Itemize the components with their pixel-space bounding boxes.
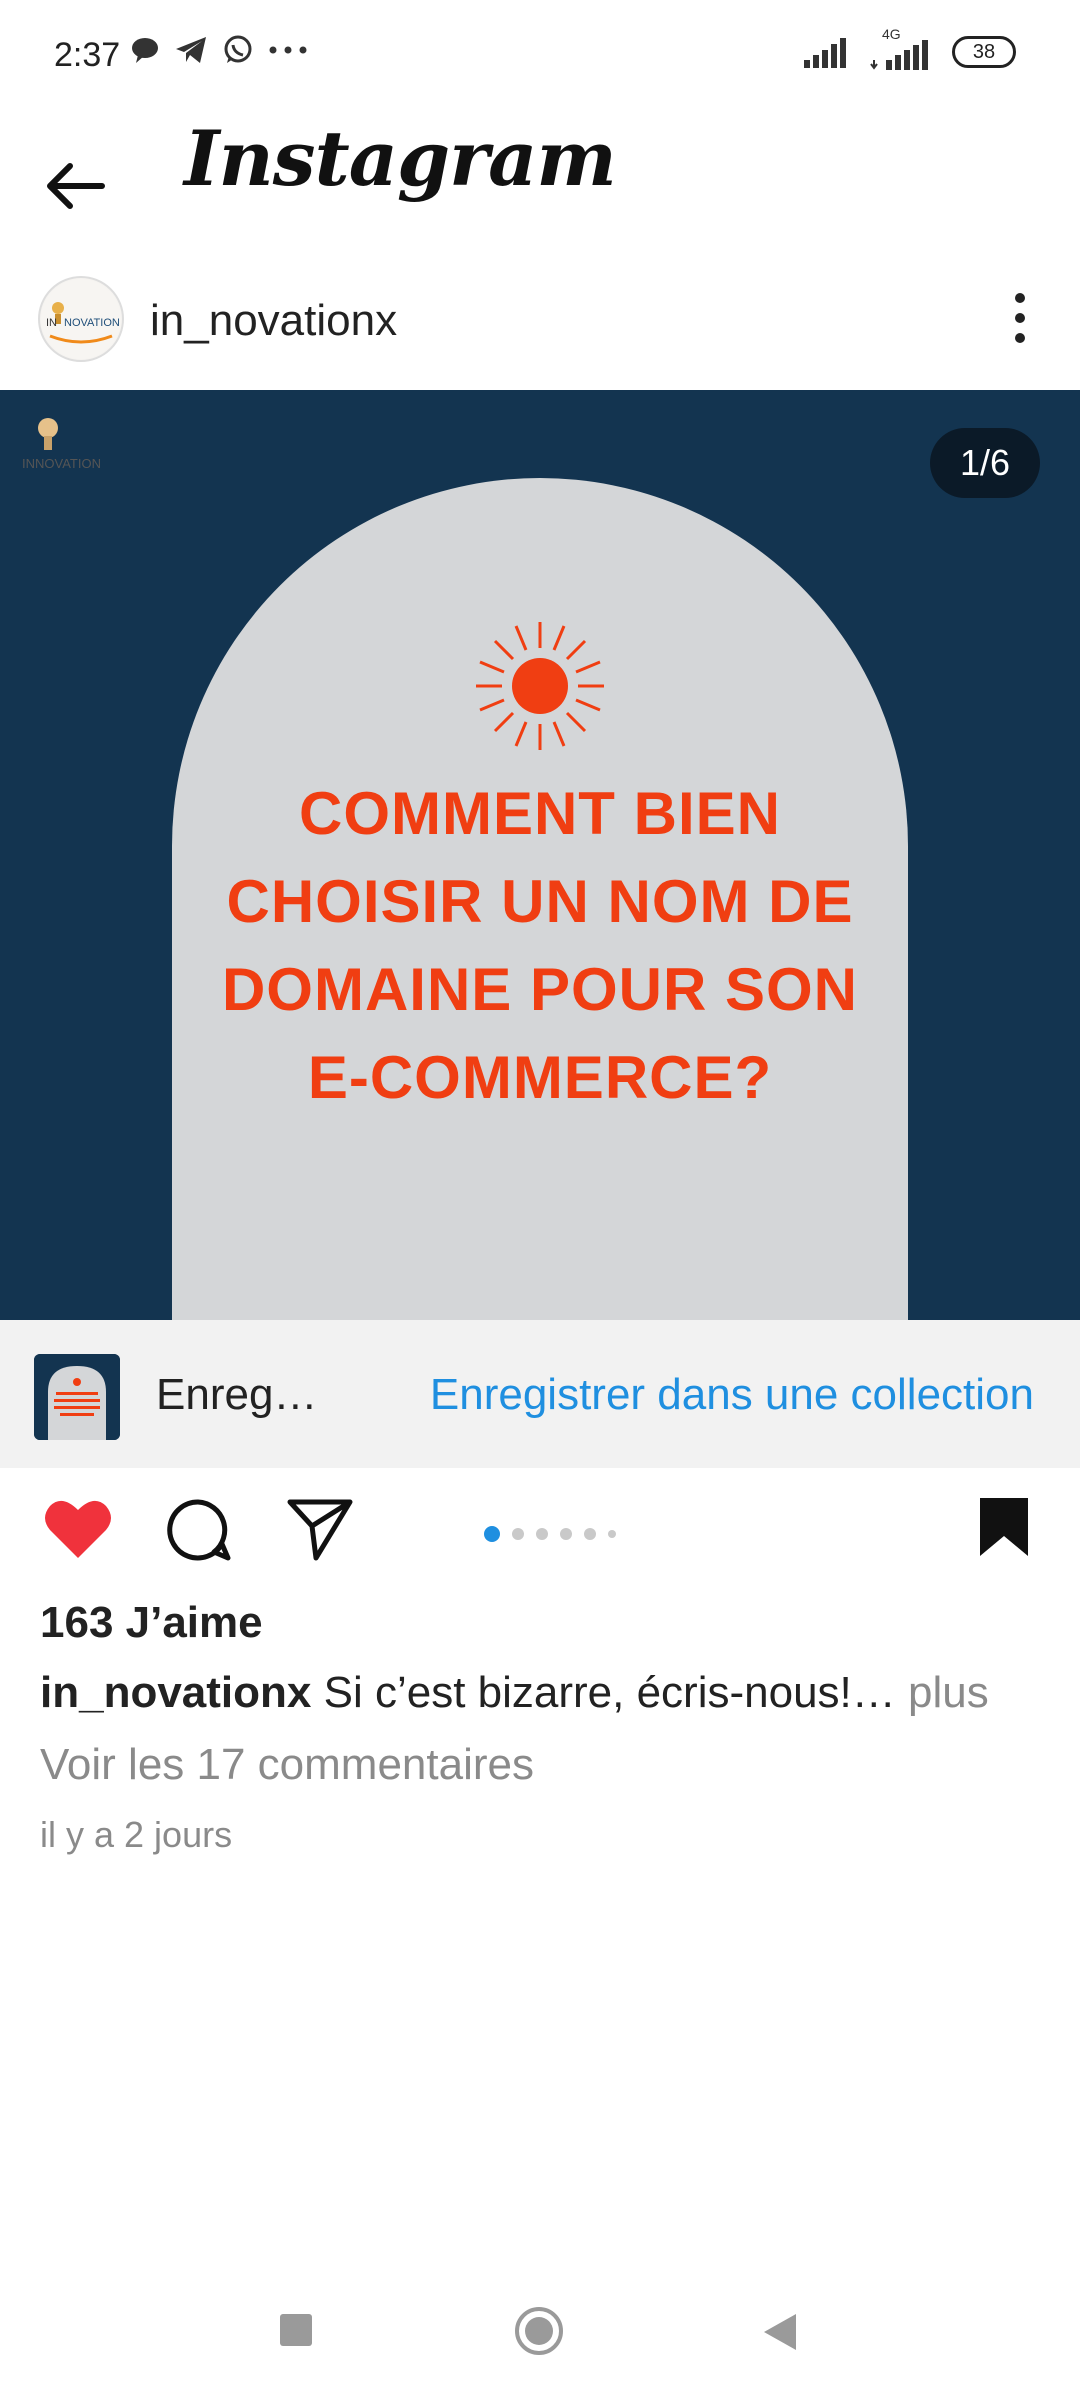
headline-line: COMMENT BIEN [299,780,781,847]
post-timestamp: il y a 2 jours [40,1814,233,1855]
post-image[interactable]: INNOVATION COMMENT BIEN CHOISIR UN NOM D… [0,390,1080,1320]
like-heart-icon[interactable] [42,1496,114,1562]
carousel-dot [608,1530,616,1538]
caption-more-link[interactable]: plus [896,1668,989,1717]
save-to-collection-bar: Enreg… Enregistrer dans une collection [0,1320,1080,1468]
telegram-icon [176,37,206,63]
save-label: Enreg… [156,1370,318,1419]
system-icons: 4G 38 [802,26,1016,70]
whatsapp-icon [224,35,252,63]
status-bar: 2:37 4G 38 [0,0,1080,110]
post-username[interactable]: in_novationx [150,296,397,346]
post-header: IN NOVATION in_novationx [0,260,1080,390]
save-to-collection-link[interactable]: Enregistrer dans une collection [430,1370,1034,1420]
slide-counter: 1/6 [929,428,1040,498]
more-notifications-icon [269,46,307,54]
carousel-dot-active [484,1526,500,1542]
battery-indicator: 38 [952,36,1016,68]
post-caption[interactable]: in_novationx Si c’est bizarre, écris-nou… [40,1668,989,1718]
status-time: 2:37 [54,36,121,74]
more-options-icon[interactable] [1000,288,1040,348]
comment-icon[interactable] [164,1496,232,1564]
carousel-dot [536,1528,548,1540]
innovation-logo-icon: IN NOVATION [41,279,121,359]
carousel-dot [584,1528,596,1540]
caption-username[interactable]: in_novationx [40,1668,311,1717]
back-arrow-icon[interactable] [40,150,112,222]
svg-text:IN: IN [46,317,57,329]
back-triangle-icon[interactable] [760,2310,800,2354]
message-icon [132,38,158,63]
headline-line: CHOISIR UN NOM DE [226,868,854,935]
recents-square-icon[interactable] [276,2310,316,2350]
innovation-logo-icon: INNOVATION [22,418,101,471]
home-circle-icon[interactable] [512,2304,566,2358]
saved-post-thumbnail [34,1354,120,1440]
app-bar: Instagram [0,110,1080,260]
signal-4g-icon: 4G [870,26,934,70]
post-headline: COMMENT BIEN CHOISIR UN NOM DE DOMAINE P… [172,770,908,1122]
share-send-icon[interactable] [286,1496,354,1562]
image-logo-text: INNOVATION [22,456,101,471]
carousel-dot [560,1528,572,1540]
post-actions [0,1468,1080,1588]
headline-line: E-COMMERCE? [307,1044,773,1111]
bookmark-saved-icon[interactable] [978,1496,1030,1558]
view-comments-link[interactable]: Voir les 17 commentaires [40,1740,534,1790]
sun-icon [476,622,604,750]
carousel-indicator [484,1526,616,1542]
avatar[interactable]: IN NOVATION [38,276,124,362]
likes-count[interactable]: 163 J’aime [40,1598,263,1648]
signal-icon [804,38,846,68]
system-nav-bar [0,2290,1080,2400]
carousel-dot [512,1528,524,1540]
notification-icons [130,34,308,66]
caption-text: Si c’est bizarre, écris-nous!… [311,1668,896,1717]
svg-text:NOVATION: NOVATION [64,317,120,329]
headline-line: DOMAINE POUR SON [221,956,859,1023]
image-logo: INNOVATION [18,406,148,486]
app-title: Instagram [184,114,617,203]
